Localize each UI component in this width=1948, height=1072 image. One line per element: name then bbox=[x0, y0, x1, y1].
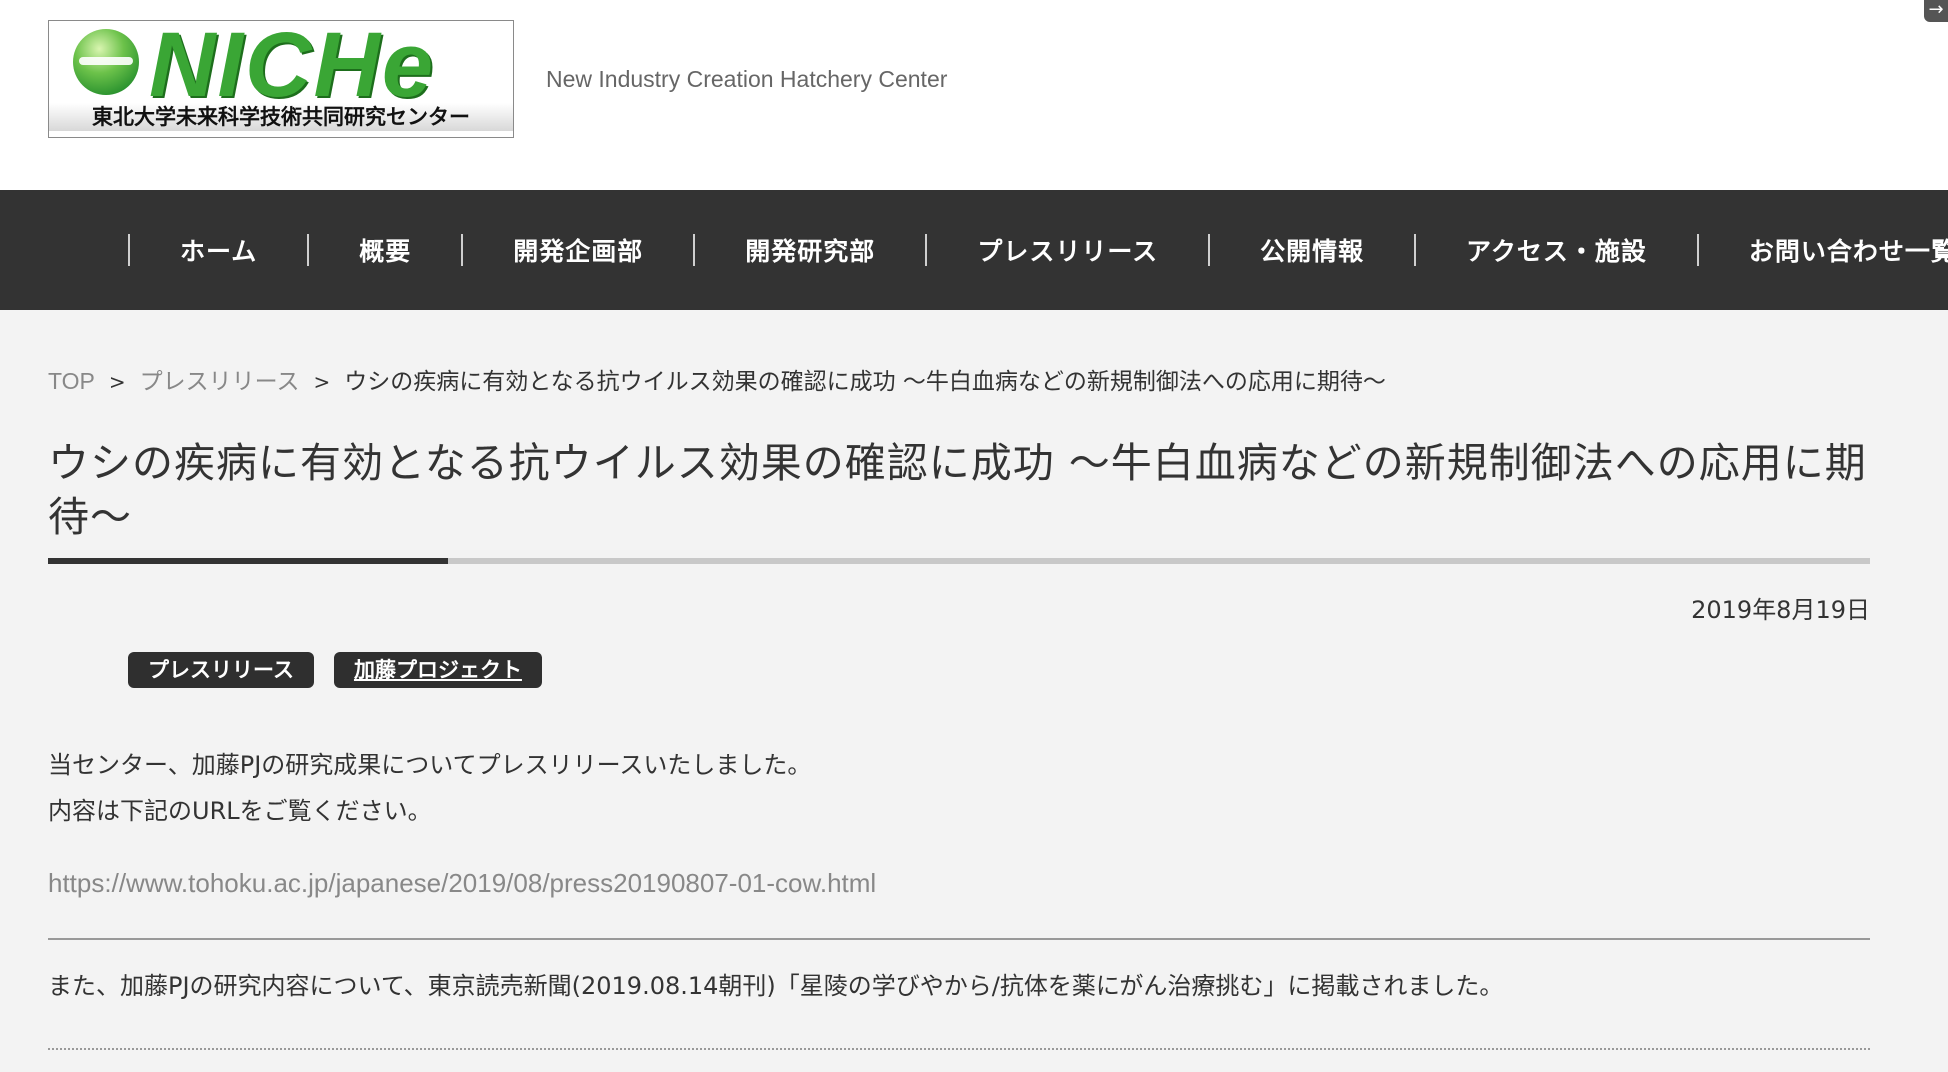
site-header: NICHe 東北大学未来科学技術共同研究センター New Industry Cr… bbox=[0, 0, 1948, 190]
nav-item-home[interactable]: ホーム bbox=[130, 232, 307, 268]
breadcrumb-top[interactable]: TOP bbox=[48, 368, 95, 394]
nav-item-contact[interactable]: お問い合わせ一覧 bbox=[1699, 232, 1948, 268]
newspaper-note: また、加藤PJの研究内容について、東京読売新聞(2019.08.14朝刊)「星陵… bbox=[48, 972, 1504, 1000]
nav-item-public-info[interactable]: 公開情報 bbox=[1210, 232, 1414, 268]
breadcrumb-separator: > bbox=[313, 370, 331, 394]
publish-date: 2019年8月19日 bbox=[1691, 596, 1870, 624]
breadcrumb-press-release[interactable]: プレスリリース bbox=[140, 368, 300, 394]
site-tagline: New Industry Creation Hatchery Center bbox=[546, 66, 948, 92]
article-body: 当センター、加藤PJの研究成果についてプレスリリースいたしました。 内容は下記の… bbox=[48, 742, 811, 834]
breadcrumb: TOP > プレスリリース > ウシの疾病に有効となる抗ウイルス効果の確認に成功 〜牛白… bbox=[48, 362, 1386, 396]
main-navigation: ホーム 概要 開発企画部 開発研究部 プレスリリース 公開情報 アクセス・施設 … bbox=[0, 190, 1948, 310]
tag-kato-project-label[interactable]: 加藤プロジェクト bbox=[354, 658, 522, 682]
nav-item-development-research[interactable]: 開発研究部 bbox=[695, 232, 925, 268]
logo-japanese-name: 東北大学未来科学技術共同研究センター bbox=[49, 103, 513, 131]
page-title: ウシの疾病に有効となる抗ウイルス効果の確認に成功 〜牛白血病などの新規制御法への… bbox=[48, 439, 1867, 541]
nav-item-access[interactable]: アクセス・施設 bbox=[1416, 232, 1697, 268]
tag-list: プレスリリース 加藤プロジェクト bbox=[128, 652, 542, 688]
dotted-divider bbox=[48, 1048, 1870, 1050]
arrow-right-icon[interactable]: → bbox=[1924, 0, 1948, 22]
body-line: 当センター、加藤PJの研究成果についてプレスリリースいたしました。 bbox=[48, 751, 812, 779]
breadcrumb-current: ウシの疾病に有効となる抗ウイルス効果の確認に成功 〜牛白血病などの新規制御法への… bbox=[344, 369, 1386, 395]
title-underline-accent bbox=[48, 558, 448, 564]
press-release-link[interactable]: https://www.tohoku.ac.jp/japanese/2019/0… bbox=[48, 868, 876, 899]
title-underline bbox=[48, 558, 1870, 564]
site-logo[interactable]: NICHe 東北大学未来科学技術共同研究センター bbox=[48, 20, 514, 138]
divider bbox=[48, 938, 1870, 940]
tag-kato-project[interactable]: 加藤プロジェクト bbox=[333, 652, 542, 688]
nav-item-development-planning[interactable]: 開発企画部 bbox=[463, 232, 693, 268]
body-line: 内容は下記のURLをご覧ください。 bbox=[48, 797, 432, 825]
nav-item-press-release[interactable]: プレスリリース bbox=[927, 232, 1208, 268]
globe-icon bbox=[73, 29, 139, 95]
nav-item-overview[interactable]: 概要 bbox=[309, 232, 461, 268]
breadcrumb-separator: > bbox=[108, 370, 126, 394]
tag-press-release[interactable]: プレスリリース bbox=[128, 652, 314, 688]
